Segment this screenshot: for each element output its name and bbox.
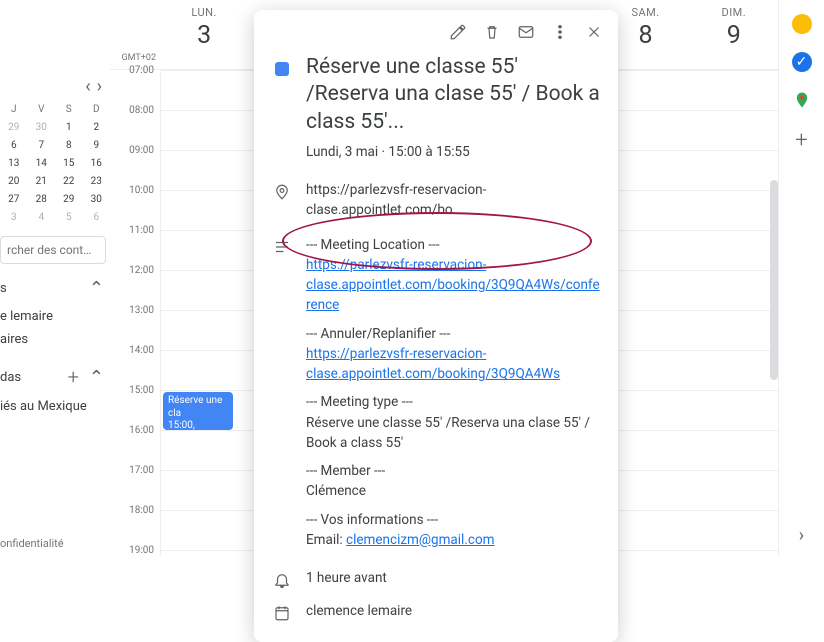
search-contacts-input[interactable]: rcher des cont… bbox=[0, 236, 106, 264]
privacy-link[interactable]: onfidentialité bbox=[0, 537, 64, 550]
calendar-icon bbox=[272, 601, 292, 622]
cancel-reschedule-link[interactable]: https://parlezvsfr-reservacion-clase.app… bbox=[306, 346, 560, 382]
vertical-scrollbar[interactable] bbox=[770, 180, 778, 380]
popup-toolbar bbox=[254, 18, 618, 50]
prev-month-icon[interactable]: ‹ bbox=[85, 78, 90, 96]
collapse-panel-icon[interactable]: › bbox=[799, 525, 804, 546]
event-chip[interactable]: Réserve une cla 15:00, https://p bbox=[163, 392, 233, 430]
calendar-item[interactable]: e lemaire bbox=[0, 305, 110, 328]
add-addon-icon[interactable]: + bbox=[795, 128, 807, 153]
close-icon[interactable] bbox=[584, 22, 604, 42]
timezone-label: GMT+02 bbox=[110, 0, 160, 69]
time-labels: 07:00 08:00 09:00 10:00 11:00 12:00 13:0… bbox=[110, 70, 160, 556]
calendar-item[interactable]: aires bbox=[0, 328, 110, 351]
location-icon bbox=[272, 180, 292, 221]
calendar-item[interactable]: iés au Mexique bbox=[0, 395, 110, 418]
chevron-up-icon: ⌃ bbox=[89, 367, 104, 388]
reminder-text: 1 heure avant bbox=[306, 568, 600, 589]
event-description: --- Meeting Location --- https://parlezv… bbox=[306, 235, 600, 551]
event-details-popup: Réserve une classe 55' /Reserva una clas… bbox=[254, 10, 618, 642]
event-color-dot bbox=[275, 62, 289, 76]
side-panel: ✓ + › bbox=[778, 0, 824, 556]
sidebar: ‹ › JVSD 293012 6789 13141516 20212223 2… bbox=[0, 0, 110, 556]
edit-icon[interactable] bbox=[448, 22, 468, 42]
meeting-location-link[interactable]: https://parlezvsfr-reservacion-clase.app… bbox=[306, 257, 600, 314]
mini-cal-nav: ‹ › bbox=[0, 6, 110, 96]
other-calendars-header[interactable]: das + ⌃ bbox=[0, 351, 110, 395]
email-icon[interactable] bbox=[516, 22, 536, 42]
keep-icon[interactable] bbox=[792, 14, 812, 34]
next-month-icon[interactable]: › bbox=[97, 78, 102, 96]
event-date-time: Lundi, 3 mai · 15:00 à 15:55 bbox=[306, 142, 600, 162]
calendar-name: clemence lemaire bbox=[306, 601, 600, 622]
more-options-icon[interactable] bbox=[550, 22, 570, 42]
reminder-icon bbox=[272, 568, 292, 589]
event-location[interactable]: https://parlezvsfr-reservacion-clase.app… bbox=[306, 180, 600, 221]
mini-calendar[interactable]: JVSD 293012 6789 13141516 20212223 27282… bbox=[0, 100, 110, 226]
maps-icon[interactable] bbox=[792, 90, 812, 110]
add-calendar-icon[interactable]: + bbox=[68, 365, 79, 389]
event-title: Réserve une classe 55' /Reserva una clas… bbox=[306, 54, 600, 136]
tasks-icon[interactable]: ✓ bbox=[792, 52, 812, 72]
description-icon bbox=[272, 235, 292, 551]
member-email-link[interactable]: clemencizm@gmail.com bbox=[346, 532, 494, 548]
day-header-sun[interactable]: DIM. 9 bbox=[690, 0, 778, 69]
chevron-up-icon: ⌃ bbox=[89, 278, 104, 299]
delete-icon[interactable] bbox=[482, 22, 502, 42]
my-calendars-header[interactable]: s ⌃ bbox=[0, 264, 110, 305]
day-header-mon[interactable]: LUN. 3 bbox=[160, 0, 248, 69]
